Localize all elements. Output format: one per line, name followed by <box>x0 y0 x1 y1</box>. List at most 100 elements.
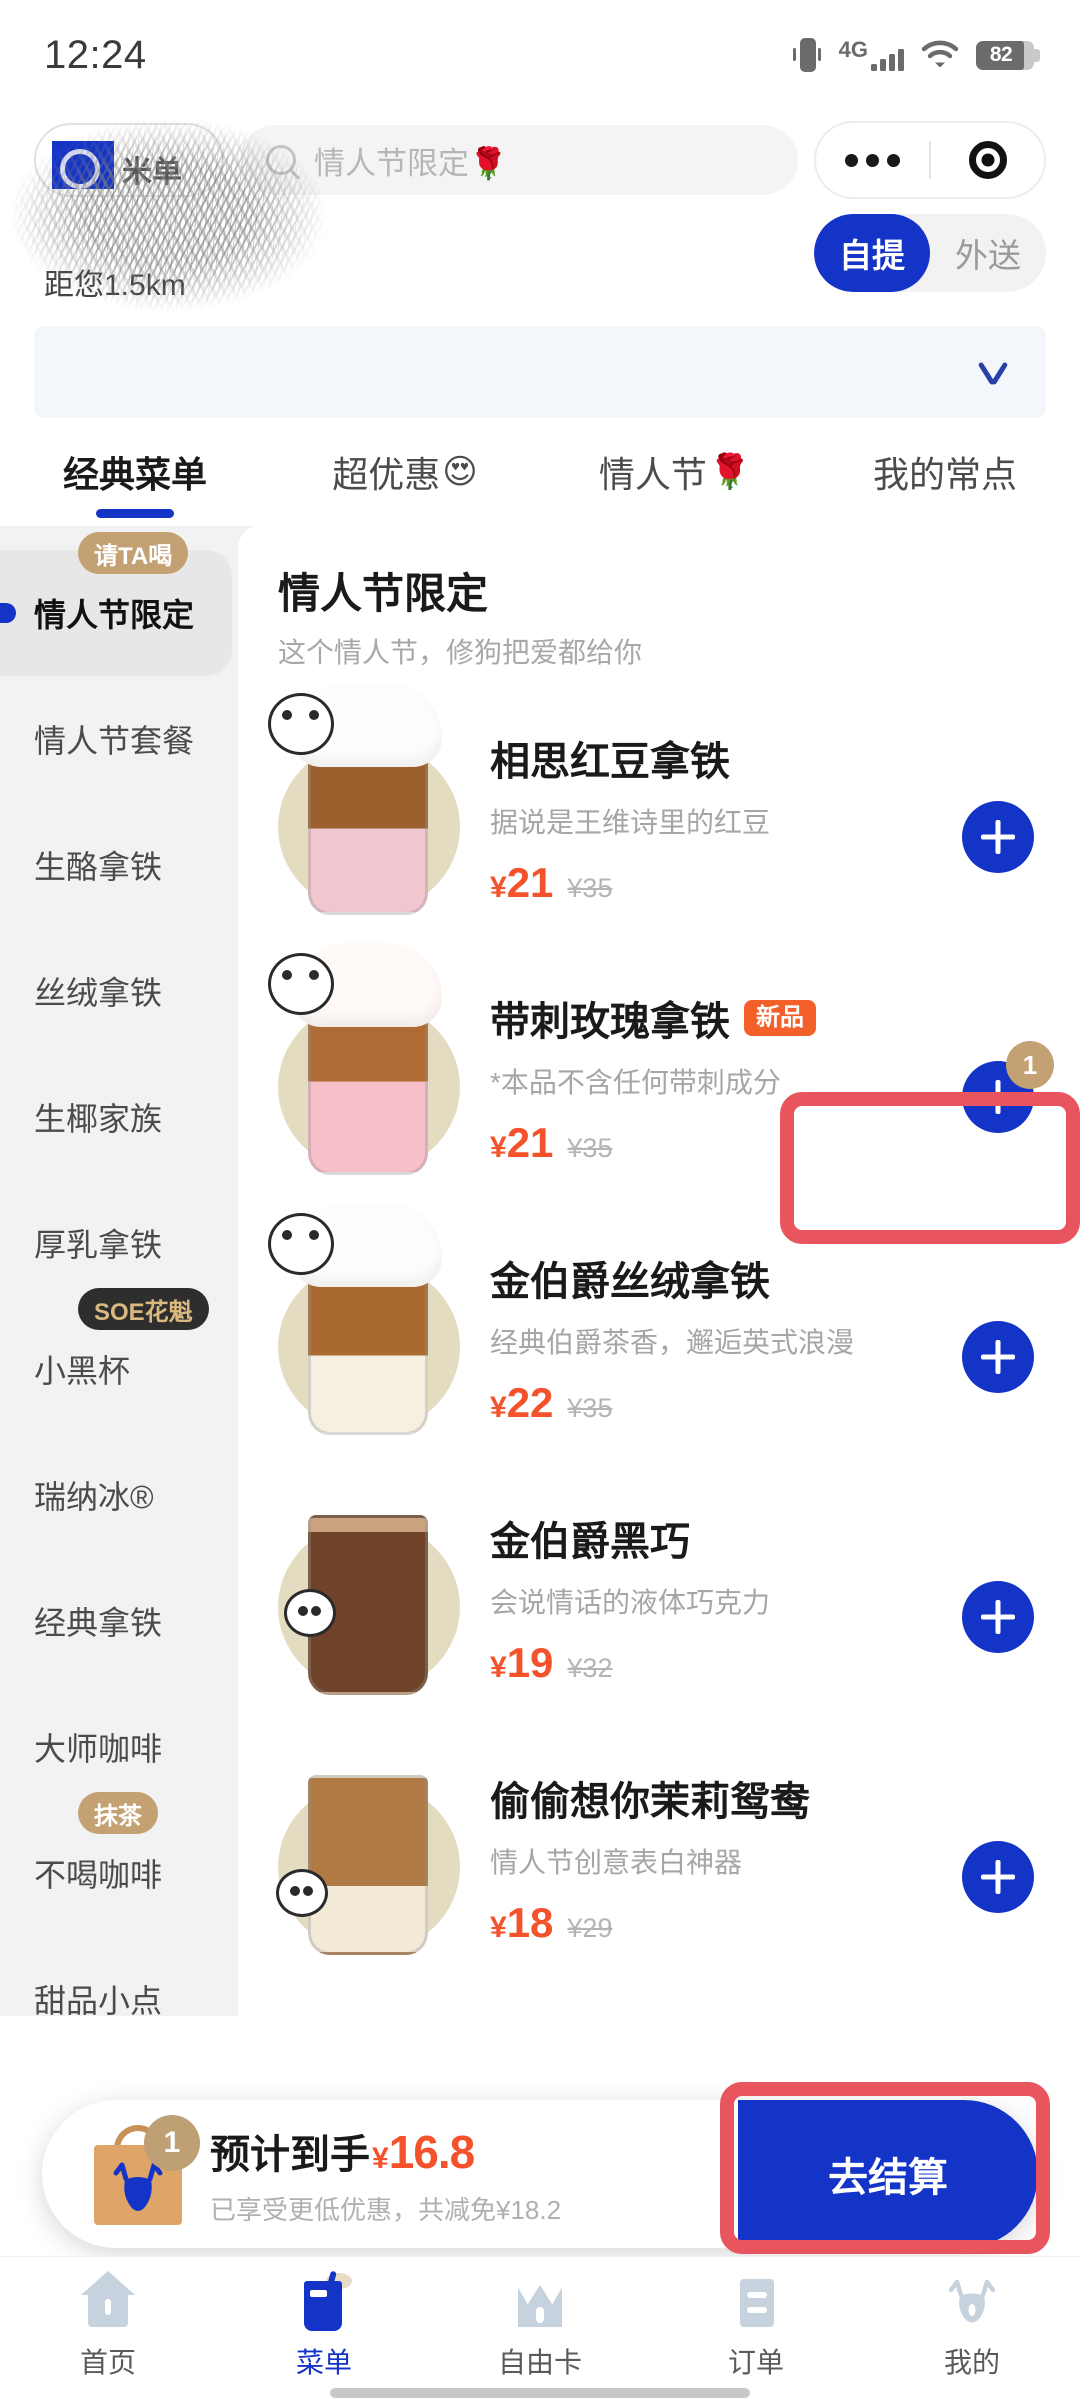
product-image <box>264 1729 476 1961</box>
tab-label: 我的常点 <box>872 454 1017 495</box>
product-list: 情人节限定 这个情人节，修狗把爱都给你 相思红豆拿铁 据说是王维诗里的红豆 ¥2… <box>238 526 1080 2016</box>
sidebar-item-desserts[interactable]: 甜品小点 <box>0 1936 232 2016</box>
menu-tabs: 经典菜单 超优惠 😍 情人节 🌹 我的常点 <box>0 418 1080 526</box>
close-target-icon[interactable] <box>931 141 1044 179</box>
battery-level: 82 <box>989 43 1013 66</box>
cart-summary: 预计到手 ¥ 16.8 已享受更低优惠，共减免¥18.2 <box>198 2122 738 2227</box>
sidebar-item-label: 生酪拿铁 <box>34 849 163 885</box>
add-to-cart-button[interactable] <box>962 1841 1034 1913</box>
add-to-cart-button[interactable] <box>962 1321 1034 1393</box>
signal-4g-icon: 4G <box>839 39 904 71</box>
sidebar-item-label: 生椰家族 <box>34 1101 163 1137</box>
product-row[interactable]: 金伯爵丝绒拿铁 经典伯爵茶香，邂逅英式浪漫 ¥22 ¥35 <box>238 1195 1080 1455</box>
currency-symbol: ¥ <box>372 2141 389 2175</box>
section-title: 情人节限定 <box>278 570 489 617</box>
nav-item-profile[interactable]: 我的 <box>864 2271 1080 2381</box>
promo-banner[interactable] <box>34 326 1046 418</box>
sidebar-item-small-black-cup[interactable]: SOE花魁 小黑杯 <box>0 1288 232 1432</box>
nav-item-home[interactable]: 首页 <box>0 2271 216 2381</box>
product-image <box>264 683 476 921</box>
wifi-icon <box>921 40 959 70</box>
sidebar-item-label: 不喝咖啡 <box>34 1857 163 1893</box>
home-icon <box>80 2271 136 2331</box>
battery-icon: 82 <box>976 40 1040 70</box>
add-control <box>962 1989 1040 2016</box>
cup-graphic <box>308 1775 428 1955</box>
more-menu-icon[interactable] <box>816 153 929 167</box>
original-price: ¥35 <box>567 873 613 903</box>
home-indicator <box>330 2388 750 2398</box>
store-distance: 距您1.5km <box>44 269 186 302</box>
tab-super-deals[interactable]: 超优惠 😍 <box>270 418 540 526</box>
product-row[interactable]: 带刺玫瑰拿铁 新品 *本品不含任何带刺成分 ¥21 ¥35 1 <box>238 935 1080 1195</box>
delivery-mode-pickup[interactable]: 自提 <box>814 214 930 292</box>
product-desc: 经典伯爵茶香，邂逅英式浪漫 <box>490 1327 855 1358</box>
product-image <box>264 1989 476 2016</box>
deer-icon <box>944 2271 1000 2331</box>
sidebar-item-valentines-set[interactable]: 情人节套餐 <box>0 676 232 802</box>
status-time: 12:24 <box>44 32 147 77</box>
sidebar-item-label: 情人节套餐 <box>34 723 195 759</box>
sidebar-badge: SOE花魁 <box>78 1288 209 1330</box>
cart-total-row: 预计到手 ¥ 16.8 <box>210 2122 738 2180</box>
delivery-mode-toggle[interactable]: 自提 外送 <box>814 214 1046 292</box>
chevron-down-icon[interactable] <box>976 355 1010 389</box>
order-icon <box>728 2271 784 2331</box>
sidebar-item-ruina-ice[interactable]: 瑞纳冰® <box>0 1432 232 1558</box>
sidebar-item-no-coffee[interactable]: 抹茶 不喝咖啡 <box>0 1792 232 1936</box>
sidebar-item-velvet-latte[interactable]: 丝绒拿铁 <box>0 928 232 1054</box>
nav-item-orders[interactable]: 订单 <box>648 2271 864 2381</box>
category-sidebar[interactable]: 请TA喝 情人节限定 情人节套餐 生酪拿铁 丝绒拿铁 生椰家族 厚乳拿铁 SOE… <box>0 526 232 2016</box>
product-row[interactable]: 相思红豆拿铁 据说是王维诗里的红豆 ¥21 ¥35 <box>238 675 1080 935</box>
rose-emoji-icon: 🌹 <box>708 453 752 491</box>
product-row[interactable]: 海盐芝士茉莉鸳鸯 <box>238 1975 1080 2016</box>
sidebar-item-coconut-family[interactable]: 生椰家族 <box>0 1054 232 1180</box>
bottom-navigation: 首页 菜单 自由卡 订单 我的 <box>0 2256 1080 2408</box>
tab-classic-menu[interactable]: 经典菜单 <box>0 418 270 526</box>
tab-my-favorites[interactable]: 我的常点 <box>810 418 1080 526</box>
product-info: 金伯爵黑巧 会说情话的液体巧克力 ¥19 ¥32 <box>476 1469 962 1687</box>
product-row[interactable]: 偷偷想你茉莉鸳鸯 情人节创意表白神器 ¥18 ¥29 <box>238 1715 1080 1975</box>
tab-valentines[interactable]: 情人节 🌹 <box>540 418 810 526</box>
product-price: ¥21 ¥35 <box>490 1119 962 1167</box>
current-price: ¥21 <box>490 859 554 906</box>
add-control: 1 <box>962 949 1054 1133</box>
nav-item-free-card[interactable]: 自由卡 <box>432 2271 648 2381</box>
dog-doodle-icon <box>268 693 334 755</box>
store-selector[interactable]: 米单 <box>34 123 224 197</box>
store-name: 米单 <box>122 156 182 189</box>
cart-bag-icon[interactable]: 1 <box>78 2115 200 2229</box>
dog-doodle-icon <box>268 1213 334 1275</box>
nav-label: 首页 <box>79 2347 136 2378</box>
product-row[interactable]: 金伯爵黑巧 会说情话的液体巧克力 ¥19 ¥32 <box>238 1455 1080 1715</box>
sidebar-item-valentines-limited[interactable]: 请TA喝 情人节限定 <box>0 532 232 676</box>
delivery-mode-delivery[interactable]: 外送 <box>930 214 1046 292</box>
checkout-button[interactable]: 去结算 <box>738 2100 1038 2248</box>
sidebar-item-label: 甜品小点 <box>34 1983 163 2016</box>
add-to-cart-button[interactable] <box>962 1581 1034 1653</box>
nav-label: 自由卡 <box>497 2347 582 2378</box>
original-price: ¥29 <box>567 1913 613 1943</box>
sidebar-item-label: 瑞纳冰® <box>34 1479 154 1515</box>
nav-label: 订单 <box>727 2347 784 2378</box>
nav-item-menu[interactable]: 菜单 <box>216 2270 432 2381</box>
sidebar-item-cheese-latte[interactable]: 生酪拿铁 <box>0 802 232 928</box>
product-price: ¥21 ¥35 <box>490 859 962 907</box>
add-control <box>962 1209 1040 1393</box>
dog-doodle-icon <box>276 1869 328 1917</box>
cart-total-value: 16.8 <box>388 2125 476 2178</box>
cart-bar: 1 预计到手 ¥ 16.8 已享受更低优惠，共减免¥18.2 去结算 <box>42 2100 1038 2248</box>
miniprogram-capsule <box>814 121 1046 199</box>
original-price: ¥32 <box>567 1653 613 1683</box>
sidebar-item-label: 大师咖啡 <box>34 1731 163 1767</box>
add-to-cart-button[interactable] <box>962 801 1034 873</box>
product-price: ¥18 ¥29 <box>490 1899 962 1947</box>
search-input[interactable]: 情人节限定🌹 <box>240 125 798 195</box>
section-header: 情人节限定 这个情人节，修狗把爱都给你 <box>238 526 1080 675</box>
sidebar-item-classic-latte[interactable]: 经典拿铁 <box>0 1558 232 1684</box>
tab-label: 超优惠 <box>332 454 441 495</box>
current-price: ¥18 <box>490 1899 554 1946</box>
sidebar-item-label: 经典拿铁 <box>34 1605 163 1641</box>
product-price: ¥22 ¥35 <box>490 1379 962 1427</box>
product-name: 金伯爵丝绒拿铁 <box>490 1260 770 1304</box>
